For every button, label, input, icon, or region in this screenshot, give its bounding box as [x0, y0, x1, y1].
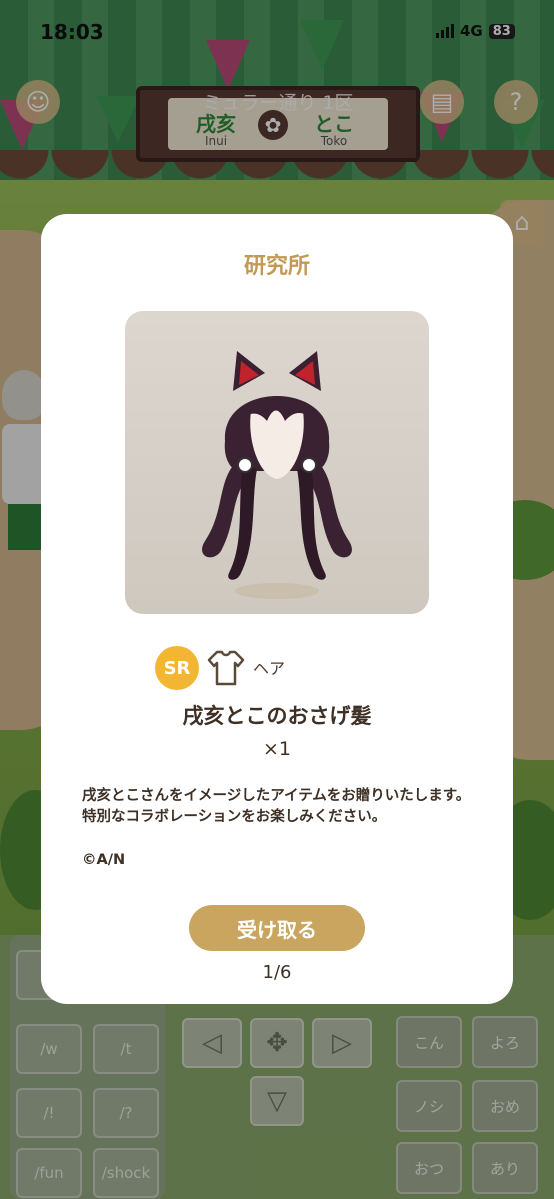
item-name: 戌亥とこのおさげ髪: [182, 704, 372, 728]
copyright-notice: ©A/N: [82, 852, 126, 868]
dialog-title: 研究所: [243, 254, 310, 279]
page-indicator: 1/6: [262, 962, 292, 983]
item-description: 戌亥とこさんをイメージしたアイテムをお贈りいたします。特別なコラボレーションをお…: [82, 788, 471, 825]
receive-button[interactable]: 受け取る: [189, 905, 365, 951]
item-quantity: ×1: [262, 738, 291, 760]
clothing-icon: [207, 650, 245, 686]
item-category: ヘア: [253, 659, 286, 678]
hair-item-image: [202, 351, 352, 599]
item-preview: [125, 311, 429, 614]
rarity-badge: SR: [155, 646, 199, 690]
